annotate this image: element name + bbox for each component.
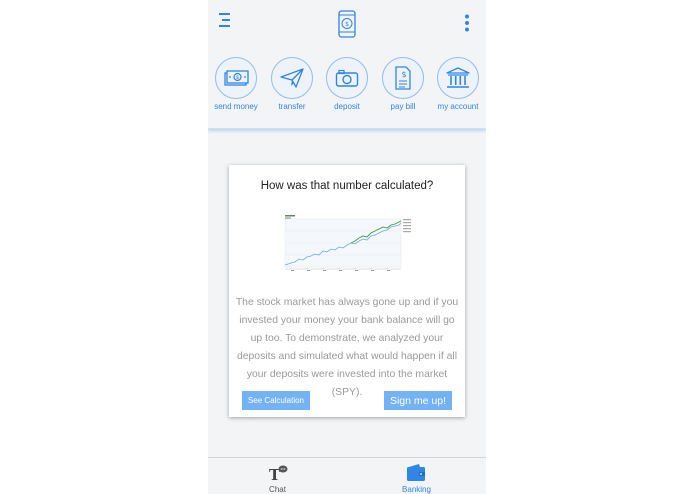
card-title: How was that number calculated? — [260, 180, 434, 192]
cash-icon: $ — [224, 70, 249, 86]
deposit-circle — [326, 57, 368, 99]
my-account-button[interactable]: my account — [430, 57, 486, 111]
sign-me-up-button[interactable]: Sign me up! — [384, 391, 452, 410]
send-money-label: send money — [214, 102, 258, 111]
calculation-card: How was that number calculated? The stoc… — [229, 165, 465, 417]
tab-chat-label: Chat — [269, 485, 286, 494]
my-account-circle — [437, 57, 479, 99]
svg-text:$: $ — [236, 75, 240, 81]
menu-icon[interactable] — [218, 12, 232, 28]
chat-icon: T — [269, 465, 288, 482]
tab-banking-label: Banking — [402, 485, 431, 494]
pay-bill-button[interactable]: $ pay bill — [375, 57, 431, 111]
tab-chat[interactable]: T Chat — [208, 458, 347, 494]
wallet-icon — [407, 464, 425, 481]
bank-icon — [446, 67, 470, 88]
transfer-label: transfer — [278, 102, 306, 111]
svg-text:$: $ — [345, 21, 349, 28]
paper-plane-icon — [280, 68, 304, 88]
stock-chart-thumbnail — [281, 213, 413, 273]
top-bar: $ $ send money transfer deposit $ pay bi… — [208, 0, 486, 129]
tab-banking[interactable]: Banking — [347, 458, 486, 494]
deposit-label: deposit — [334, 102, 360, 111]
pay-bill-circle: $ — [382, 57, 424, 99]
quick-actions: $ send money transfer deposit $ pay bill… — [208, 57, 486, 117]
card-body-text: The stock market has always gone up and … — [235, 297, 459, 398]
kebab-menu-icon[interactable] — [464, 14, 470, 32]
bottom-tab-bar: T Chat Banking — [208, 457, 486, 494]
my-account-label: my account — [437, 102, 479, 111]
banking-app: $ $ send money transfer deposit $ pay bi… — [208, 0, 486, 494]
camera-icon — [335, 69, 359, 87]
see-calculation-button[interactable]: See Calculation — [242, 391, 310, 410]
send-money-circle: $ — [215, 57, 257, 99]
svg-text:$: $ — [401, 70, 406, 79]
bill-icon: $ — [395, 66, 411, 90]
transfer-circle — [271, 57, 313, 99]
deposit-button[interactable]: deposit — [319, 57, 375, 111]
pay-bill-label: pay bill — [390, 102, 416, 111]
transfer-button[interactable]: transfer — [264, 57, 320, 111]
phone-logo-icon: $ — [338, 10, 356, 38]
send-money-button[interactable]: $ send money — [208, 57, 264, 111]
